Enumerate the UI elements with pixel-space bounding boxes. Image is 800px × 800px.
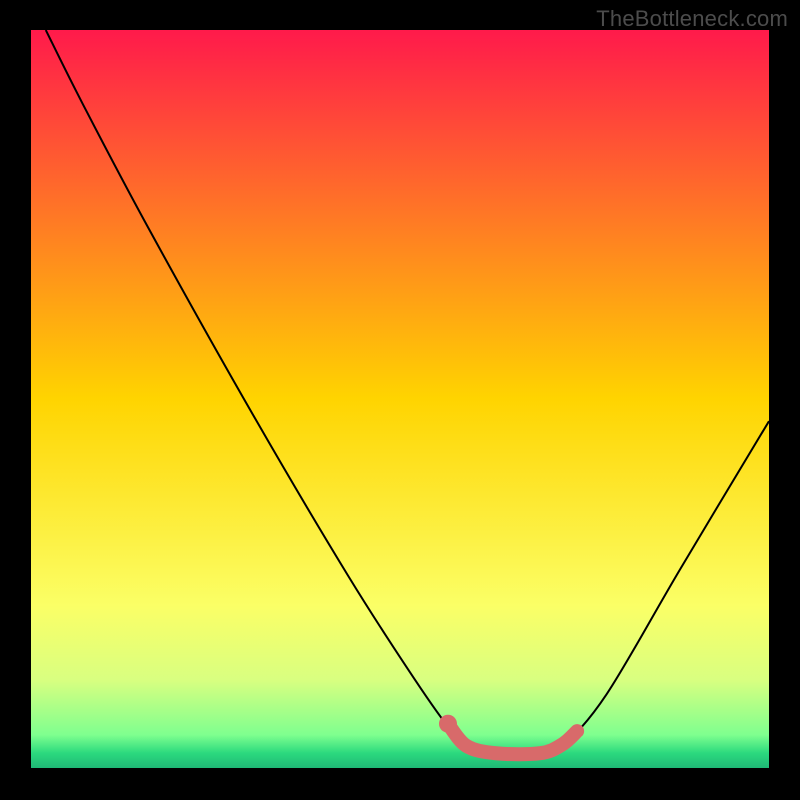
chart-frame: TheBottleneck.com: [0, 0, 800, 800]
watermark-text: TheBottleneck.com: [596, 6, 788, 32]
highlight-dot: [439, 715, 457, 733]
plot-area: [31, 30, 769, 768]
chart-svg: [31, 30, 769, 768]
